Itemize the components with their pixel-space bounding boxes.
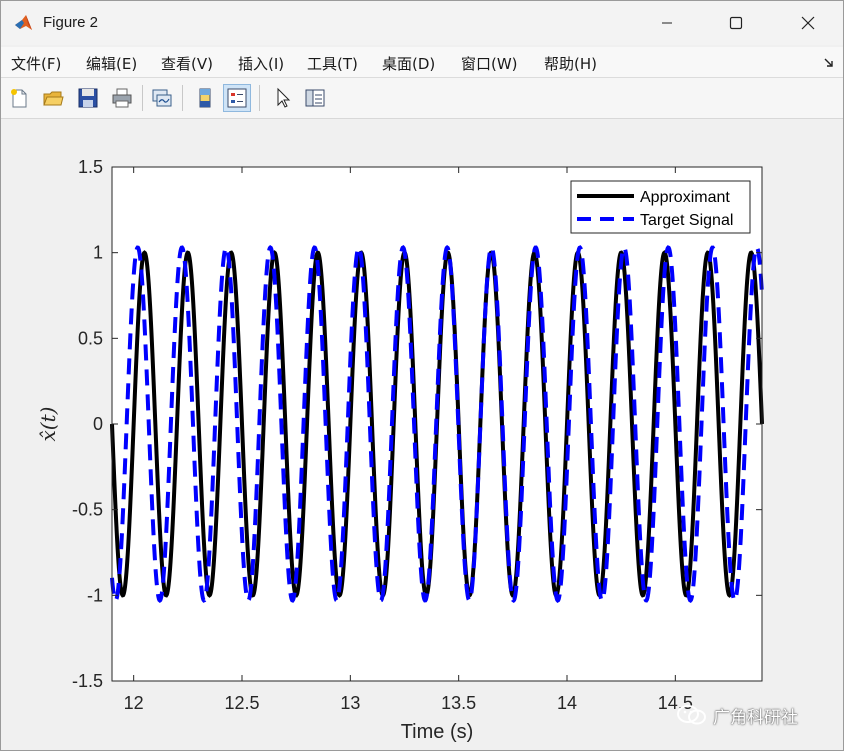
link-plot-icon <box>152 89 172 107</box>
menu-bar: 文件(F) 编辑(E) 查看(V) 插入(I) 工具(T) 桌面(D) 窗口(W… <box>1 47 843 78</box>
close-button[interactable] <box>785 1 831 45</box>
figure-window: Figure 2 文件(F) 编辑(E) 查看(V) 插入(I) 工具(T) 桌… <box>0 0 844 751</box>
minimize-button[interactable] <box>644 1 690 45</box>
matlab-logo-icon <box>15 15 32 30</box>
watermark-text: 广角科研社 <box>713 707 798 728</box>
x-tick-label: 13.5 <box>441 693 476 713</box>
menu-view[interactable]: 查看(V) <box>161 53 213 74</box>
toolbar-separator <box>142 85 143 111</box>
menu-edit[interactable]: 编辑(E) <box>86 53 137 74</box>
x-axis-label: Time (s) <box>401 721 474 743</box>
legend[interactable]: Approximant Target Signal <box>570 180 751 234</box>
new-figure-button[interactable] <box>5 84 33 112</box>
close-icon <box>801 16 815 30</box>
print-button[interactable] <box>108 84 136 112</box>
y-tick-label: 1.5 <box>78 157 103 177</box>
figure-toolbar <box>1 78 843 119</box>
open-file-icon <box>43 91 64 106</box>
y-axis-label: x̂(t) <box>36 407 60 442</box>
figure-canvas: -1.5 -1 -0.5 0 0.5 1 1.5 12 12.5 13 13.5 14 14.5 Tim… <box>1 119 843 750</box>
y-tick-label: 0 <box>93 414 103 434</box>
y-tick-label: 1 <box>93 243 103 263</box>
menu-file[interactable]: 文件(F) <box>11 53 61 74</box>
maximize-button[interactable] <box>713 1 759 45</box>
print-icon <box>112 88 132 108</box>
link-plot-button[interactable] <box>148 84 176 112</box>
open-file-button[interactable] <box>39 84 67 112</box>
y-tick-label: 0.5 <box>78 328 103 348</box>
property-inspector-button[interactable] <box>301 84 329 112</box>
menu-desktop[interactable]: 桌面(D) <box>382 53 435 74</box>
y-tick-label: -0.5 <box>72 500 103 520</box>
wechat-logo-icon <box>677 705 706 725</box>
y-tick-label: -1.5 <box>72 671 103 691</box>
pointer-button[interactable] <box>269 84 297 112</box>
pointer-icon <box>277 87 291 108</box>
menu-window[interactable]: 窗口(W) <box>461 53 518 74</box>
colorbar-button[interactable] <box>191 84 219 112</box>
save-button[interactable] <box>74 84 102 112</box>
colorbar-icon <box>199 88 211 108</box>
title-bar: Figure 2 <box>1 1 843 45</box>
plot-area[interactable]: -1.5-1-0.500.511.512 12.5 13 13.5 14 14.5 Tim… <box>1 119 843 750</box>
toolbar-separator <box>182 85 183 111</box>
minimize-icon <box>662 22 672 24</box>
x-tick-label: 13 <box>340 693 360 713</box>
legend-target-label: Target Signal <box>640 212 733 229</box>
new-figure-icon <box>11 89 27 108</box>
toolbar-separator <box>259 85 260 111</box>
legend-approximant-label: Approximant <box>640 189 730 206</box>
dock-arrow-icon[interactable] <box>823 57 835 69</box>
legend-icon <box>227 88 247 108</box>
save-icon <box>78 88 98 108</box>
menu-tools[interactable]: 工具(T) <box>307 53 358 74</box>
watermark: 广角科研社 <box>677 701 798 729</box>
menu-insert[interactable]: 插入(I) <box>238 53 284 74</box>
menu-help[interactable]: 帮助(H) <box>544 53 597 74</box>
y-tick-label: -1 <box>87 585 103 605</box>
x-tick-label: 12 <box>124 693 144 713</box>
x-tick-label: 12.5 <box>224 693 259 713</box>
property-inspector-icon <box>305 89 325 107</box>
legend-button[interactable] <box>223 84 251 112</box>
x-tick-label: 14 <box>557 693 577 713</box>
window-title: Figure 2 <box>43 14 99 31</box>
maximize-icon <box>729 16 743 30</box>
